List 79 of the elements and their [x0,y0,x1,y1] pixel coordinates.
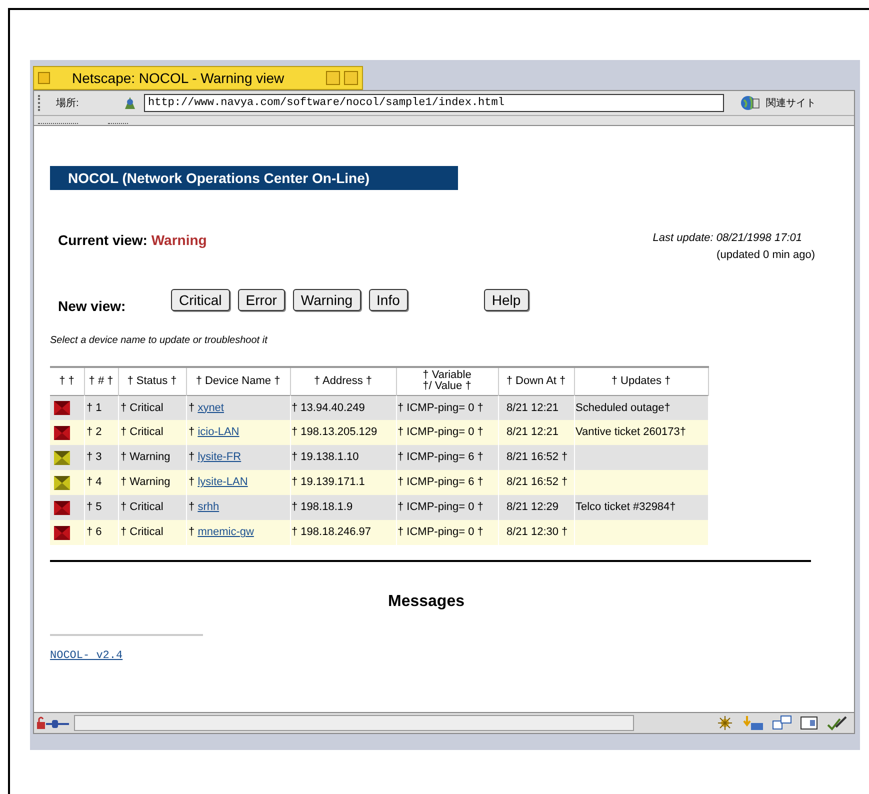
device-prefix: † [188,451,195,464]
column-header: † Device Name † [196,376,280,387]
close-box-icon[interactable] [38,72,50,84]
table-cell: † 198.18.246.97 [290,520,396,545]
address-card-icon[interactable] [800,715,818,731]
column-header: † Variable †/ Value † [422,370,472,392]
table-cell: Telco ticket #32984† [574,495,708,520]
current-view-label: Current view: Warning [58,231,207,250]
table-cell: † 19.139.171.1 [290,470,396,495]
download-icon[interactable] [742,715,764,731]
device-prefix: † [188,526,195,538]
url-field[interactable]: http://www.navya.com/software/nocol/sample1/index.html [144,94,724,112]
help-button[interactable]: Help [484,289,529,311]
table-cell: Vantive ticket 260173† [574,420,708,445]
table-cell: † 198.13.205.129 [290,420,396,445]
table-cell: † 13.94.40.249 [290,395,396,420]
table-cell: † ICMP-ping= 0 † [396,495,498,520]
view-button[interactable]: Info [368,289,408,311]
table-cell: Scheduled outage† [574,395,708,420]
device-prefix: † [188,426,195,438]
column-header: † Status † [127,376,177,387]
device-prefix: † [188,501,195,514]
view-button[interactable]: Warning [292,289,361,311]
version-link[interactable]: NOCOL- v2.4 [50,648,123,664]
last-update-text: Last update: 08/21/1998 17:01 [652,231,802,246]
column-header: † Address † [314,376,372,387]
instruction-text: Select a device name to update or troubleshoot it [50,334,269,348]
table-cell: † Critical [118,395,186,420]
device-prefix: † [188,476,195,488]
column-header: † Updates † [611,376,671,387]
view-button[interactable]: Error [238,289,285,311]
device-link[interactable]: xynet [198,402,224,414]
table-cell: † 2 [84,420,118,445]
table-cell: 8/21 16:52 † [498,470,574,495]
table-cell: † Warning [118,470,186,495]
table-cell: † 4 [84,470,118,495]
column-header: † # † [88,376,114,387]
table-cell: † Critical [118,420,186,445]
table-cell: † 198.18.1.9 [290,495,396,520]
zoom-box-icon[interactable] [326,71,340,85]
view-button[interactable]: Critical [171,289,230,311]
column-header: † † [59,376,74,387]
device-link[interactable]: lysite-LAN [198,476,248,488]
device-prefix: † [188,402,195,414]
table-cell: † Warning [118,445,186,470]
table-cell: 8/21 12:29 [498,495,574,520]
table-cell: † ICMP-ping= 0 † [396,520,498,545]
table-cell: † ICMP-ping= 6 † [396,470,498,495]
table-cell: † 1 [84,395,118,420]
table-cell: † ICMP-ping= 0 † [396,420,498,445]
device-link[interactable]: srhh [198,501,220,514]
window-title: Netscape: NOCOL - Warning view [72,68,284,88]
column-header: † Down At † [506,376,566,387]
table-cell: † ICMP-ping= 6 † [396,445,498,470]
table-cell: † 6 [84,520,118,545]
table-cell: † Critical [118,495,186,520]
table-cell: 8/21 12:21 [498,420,574,445]
title-banner: NOCOL (Network Operations Center On-Line) [50,166,458,190]
table-cell: 8/21 16:52 † [498,445,574,470]
sun-icon[interactable] [716,715,734,731]
table-cell: † 19.138.1.10 [290,445,396,470]
pen-icon[interactable] [826,715,848,731]
globe-icon[interactable] [740,94,760,112]
table-cell: 8/21 12:21 [498,395,574,420]
related-sites-label[interactable]: 関連サイト [766,96,816,110]
table-cell: † 3 [84,445,118,470]
location-label: 場所: [56,96,80,110]
device-link[interactable]: icio-LAN [198,426,240,438]
table-cell: † 5 [84,495,118,520]
table-cell: † Critical [118,520,186,545]
device-link[interactable]: mnemic-gw [198,526,254,538]
device-link[interactable]: lysite-FR [198,451,242,464]
lock-plug-icon[interactable] [36,716,70,730]
table-cell: † ICMP-ping= 0 † [396,395,498,420]
messages-heading: Messages [388,592,466,612]
updated-ago-text: (updated 0 min ago) [716,248,815,262]
table-cell: 8/21 12:30 † [498,520,574,545]
new-view-label: New view: [58,297,127,316]
collapse-box-icon[interactable] [344,71,358,85]
